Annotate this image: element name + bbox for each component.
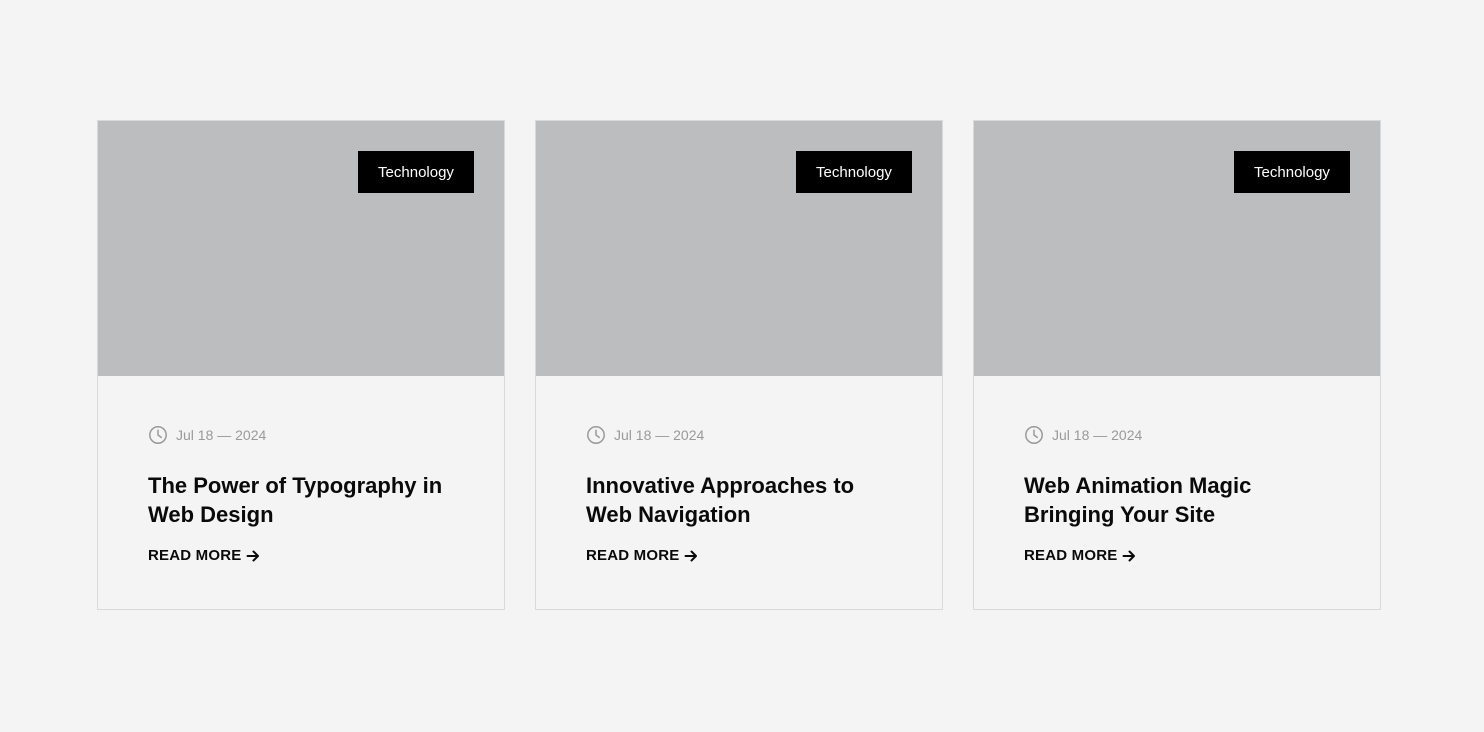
card-image-placeholder[interactable]: Technology (98, 121, 504, 376)
post-title[interactable]: Innovative Approaches to Web Navigation (586, 471, 902, 529)
post-date: Jul 18 — 2024 (1052, 427, 1143, 443)
blog-cards-row: Technology Jul 18 — 2024 The Power of Ty… (97, 120, 1381, 610)
read-more-label: READ MORE (586, 547, 680, 564)
post-meta: Jul 18 — 2024 (1024, 424, 1340, 446)
read-more-link[interactable]: READ MORE (1024, 547, 1137, 564)
blog-card: Technology Jul 18 — 2024 The Power of Ty… (97, 120, 505, 610)
card-image-placeholder[interactable]: Technology (974, 121, 1380, 376)
clock-icon (1024, 425, 1044, 445)
category-badge[interactable]: Technology (1234, 151, 1350, 193)
read-more-label: READ MORE (148, 547, 242, 564)
post-meta: Jul 18 — 2024 (586, 424, 902, 446)
blog-card: Technology Jul 18 — 2024 Web Animation M… (973, 120, 1381, 610)
arrow-right-icon (683, 548, 699, 564)
arrow-right-icon (1121, 548, 1137, 564)
post-date: Jul 18 — 2024 (176, 427, 267, 443)
post-title[interactable]: Web Animation Magic Bringing Your Site (1024, 471, 1340, 529)
card-body: Jul 18 — 2024 Innovative Approaches to W… (586, 424, 902, 565)
post-title[interactable]: The Power of Typography in Web Design (148, 471, 464, 529)
card-body: Jul 18 — 2024 Web Animation Magic Bringi… (1024, 424, 1340, 565)
card-body: Jul 18 — 2024 The Power of Typography in… (148, 424, 464, 565)
read-more-link[interactable]: READ MORE (148, 547, 261, 564)
clock-icon (586, 425, 606, 445)
arrow-right-icon (245, 548, 261, 564)
read-more-link[interactable]: READ MORE (586, 547, 699, 564)
card-image-placeholder[interactable]: Technology (536, 121, 942, 376)
category-badge[interactable]: Technology (358, 151, 474, 193)
post-meta: Jul 18 — 2024 (148, 424, 464, 446)
clock-icon (148, 425, 168, 445)
read-more-label: READ MORE (1024, 547, 1118, 564)
blog-card: Technology Jul 18 — 2024 Innovative Appr… (535, 120, 943, 610)
category-badge[interactable]: Technology (796, 151, 912, 193)
post-date: Jul 18 — 2024 (614, 427, 705, 443)
